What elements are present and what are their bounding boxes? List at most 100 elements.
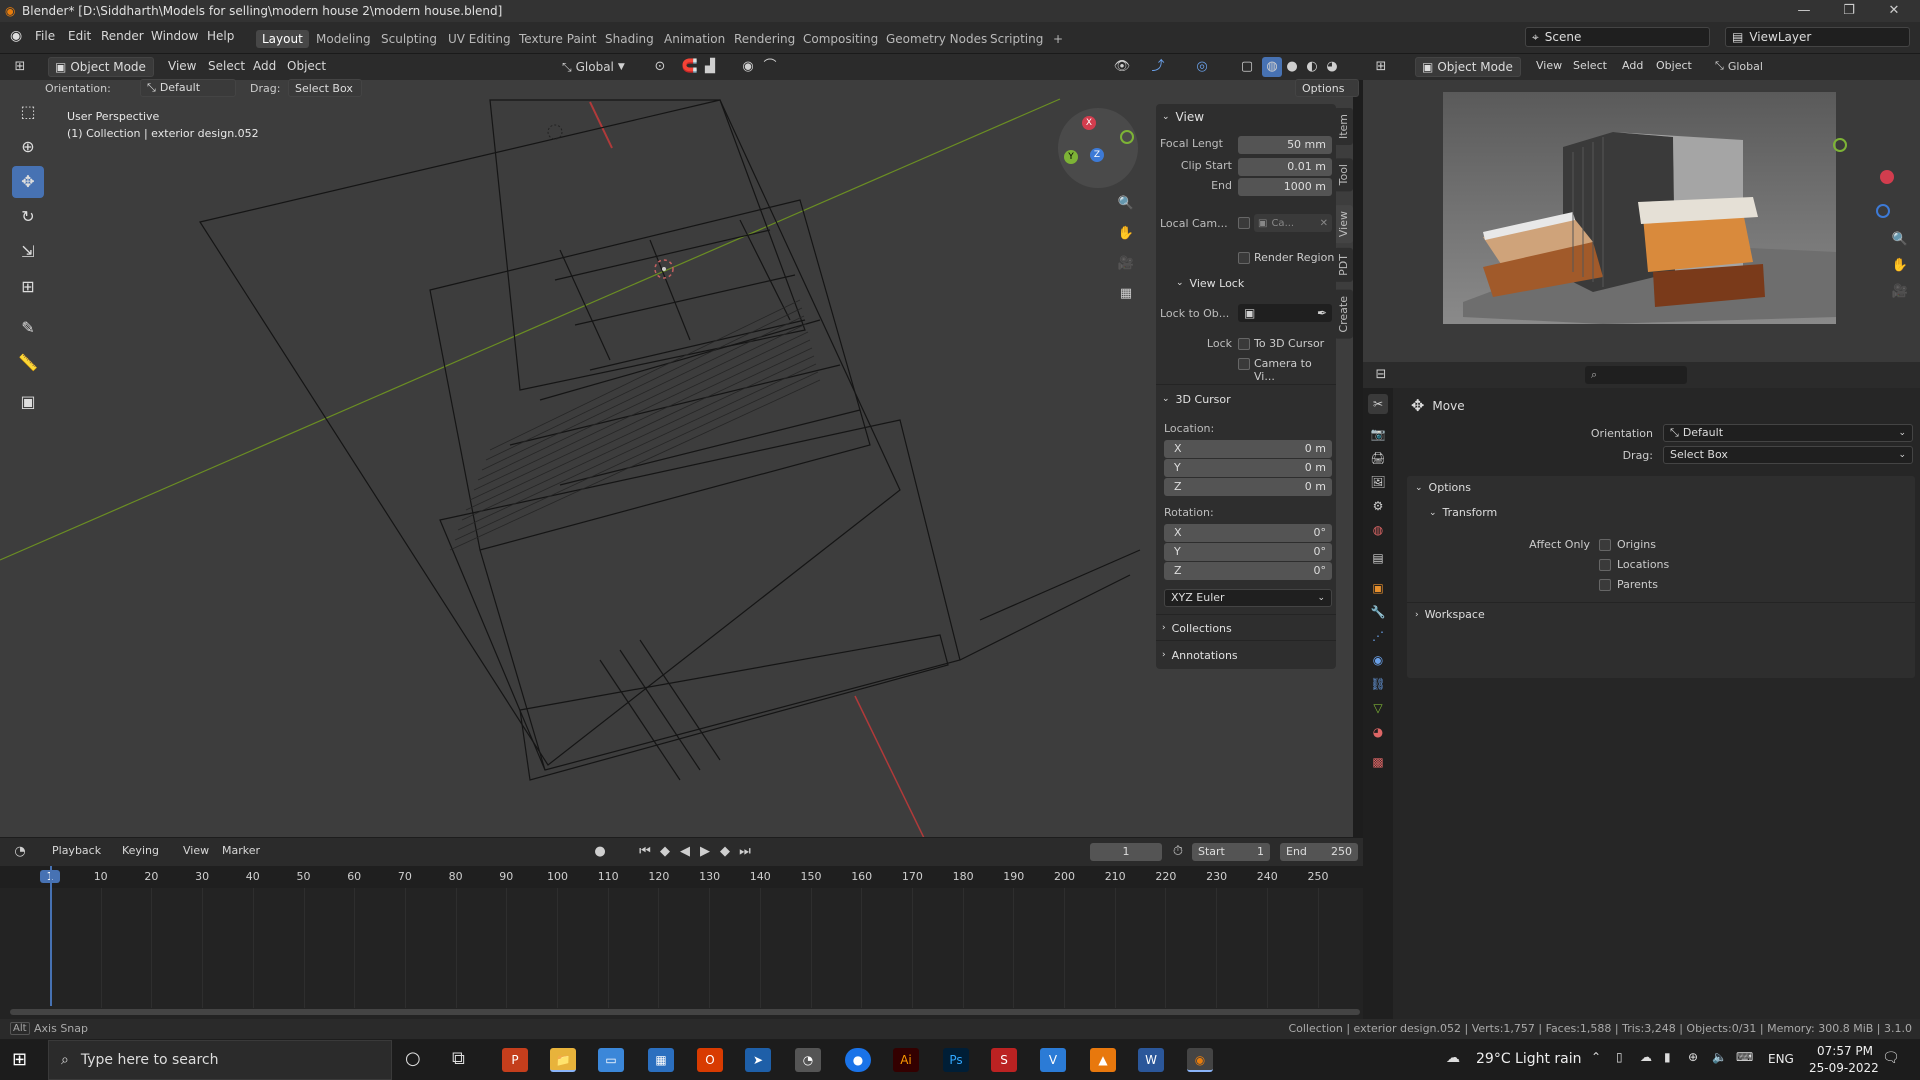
tab-texture-paint[interactable]: Texture Paint xyxy=(513,30,602,48)
locations-checkbox[interactable] xyxy=(1599,559,1611,571)
timeline-scrollbar[interactable] xyxy=(10,1009,1360,1015)
navigation-gizmo[interactable]: X Y Z xyxy=(1058,108,1138,188)
editor-type-icon[interactable]: ⊞ xyxy=(10,57,30,77)
material-properties-icon[interactable]: ◕ xyxy=(1368,722,1388,742)
battery-icon[interactable]: ▮ xyxy=(1664,1050,1671,1064)
scene-properties-icon[interactable]: ⚙ xyxy=(1368,496,1388,516)
tab-item[interactable]: Item xyxy=(1334,108,1353,146)
rotation-mode-dropdown[interactable]: XYZ Euler ⌄ xyxy=(1164,589,1332,607)
vlc-app-icon[interactable]: ▲ xyxy=(1090,1048,1116,1072)
data-properties-icon[interactable]: ▽ xyxy=(1368,698,1388,718)
preview-zoom-icon[interactable]: 🔍 xyxy=(1890,230,1910,250)
timeline-ruler[interactable]: 1102030405060708090100110120130140150160… xyxy=(0,866,1363,888)
particles-properties-icon[interactable]: ⋰ xyxy=(1368,626,1388,646)
menu-file[interactable]: File xyxy=(35,29,55,43)
vray-app-icon[interactable]: V xyxy=(1040,1048,1066,1072)
blender-menu-icon[interactable]: ◉ xyxy=(10,28,22,44)
3d-cursor-section-header[interactable]: ⌄ 3D Cursor xyxy=(1162,388,1231,410)
menu-window[interactable]: Window xyxy=(151,29,198,43)
tab-rendering[interactable]: Rendering xyxy=(728,30,801,48)
drag-property-dropdown[interactable]: Select Box ⌄ xyxy=(1663,446,1913,464)
powerpoint-app-icon[interactable]: P xyxy=(502,1048,528,1072)
cursor-tool-icon[interactable]: ⊕ xyxy=(12,131,44,163)
menu-render[interactable]: Render xyxy=(101,29,144,43)
location-x-field[interactable]: X 0 m xyxy=(1164,440,1332,458)
task-view-icon[interactable]: ⧉ xyxy=(452,1048,465,1069)
annotations-section-header[interactable]: › Annotations xyxy=(1162,644,1238,666)
tab-uv-editing[interactable]: UV Editing xyxy=(442,30,517,48)
annotate-tool-icon[interactable]: ✎ xyxy=(12,312,44,344)
physics-properties-icon[interactable]: ◉ xyxy=(1368,650,1388,670)
tab-shading[interactable]: Shading xyxy=(599,30,660,48)
lock-to-object-field[interactable]: ▣ ✒ xyxy=(1238,304,1332,322)
weather-text[interactable]: 29°C Light rain xyxy=(1476,1051,1582,1067)
tab-tool[interactable]: Tool xyxy=(1334,158,1353,192)
tab-layout[interactable]: Layout xyxy=(256,30,309,48)
gizmo-y-icon[interactable]: Y xyxy=(1064,150,1078,164)
local-camera-checkbox[interactable] xyxy=(1238,217,1250,229)
solid-shading-icon[interactable]: ● xyxy=(1282,57,1302,77)
view-lock-header[interactable]: ⌄ View Lock xyxy=(1176,272,1244,294)
close-icon[interactable]: ✕ xyxy=(1874,0,1914,22)
wireframe-shading-icon[interactable]: ◍ xyxy=(1262,57,1282,77)
snap-target-icon[interactable]: ▟ xyxy=(700,57,720,77)
viewport-menu-view[interactable]: View xyxy=(168,59,196,73)
prev-keyframe-icon[interactable]: ◆ xyxy=(655,842,675,862)
camera-to-view-checkbox[interactable] xyxy=(1238,358,1250,370)
clip-start-field[interactable]: 0.01 m xyxy=(1238,158,1332,176)
tool-properties-icon[interactable]: ✂ xyxy=(1368,394,1388,414)
jump-end-icon[interactable]: ⏭ xyxy=(735,842,755,862)
network-icon[interactable]: ⊕ xyxy=(1688,1050,1698,1064)
local-camera-field[interactable]: ▣ Ca... ✕ xyxy=(1254,214,1332,232)
chrome-app-icon[interactable]: ● xyxy=(845,1048,871,1072)
pivot-point-icon[interactable]: ⊙ xyxy=(650,57,670,77)
select-box-tool-icon[interactable]: ⬚ xyxy=(12,96,44,128)
rotation-y-field[interactable]: Y 0° xyxy=(1164,543,1332,561)
preview-gizmo-negz-icon[interactable] xyxy=(1876,204,1890,218)
location-y-field[interactable]: Y 0 m xyxy=(1164,459,1332,477)
mail-app-icon[interactable]: ▭ xyxy=(598,1048,624,1072)
gizmo-z-icon[interactable]: Z xyxy=(1090,148,1104,162)
measure-tool-icon[interactable]: 📏 xyxy=(12,347,44,379)
zoom-icon[interactable]: 🔍 xyxy=(1116,194,1136,214)
menu-edit[interactable]: Edit xyxy=(68,29,91,43)
ortho-grid-icon[interactable]: ▦ xyxy=(1116,284,1136,304)
eyedropper-icon[interactable]: ✒ xyxy=(1317,306,1327,320)
visibility-icon[interactable]: 👁 xyxy=(1112,57,1132,77)
marker-menu[interactable]: Marker xyxy=(222,844,260,857)
to-3d-cursor-checkbox[interactable] xyxy=(1238,338,1250,350)
focal-length-field[interactable]: 50 mm xyxy=(1238,136,1332,154)
move-tool-icon[interactable]: ✥ xyxy=(12,166,44,198)
options-dropdown[interactable]: Options xyxy=(1295,79,1359,97)
preview-editor-type-icon[interactable]: ⊞ xyxy=(1371,57,1391,77)
collection-properties-icon[interactable]: ▤ xyxy=(1368,548,1388,568)
object-properties-icon[interactable]: ▣ xyxy=(1368,578,1388,598)
material-shading-icon[interactable]: ◐ xyxy=(1302,57,1322,77)
preview-mode-dropdown[interactable]: ▣ Object Mode xyxy=(1415,57,1521,77)
transform-tool-icon[interactable]: ⊞ xyxy=(12,271,44,303)
world-properties-icon[interactable]: ◍ xyxy=(1368,520,1388,540)
tray-cloud-icon[interactable]: ☁ xyxy=(1640,1050,1652,1064)
object-mode-dropdown[interactable]: ▣ Object Mode xyxy=(48,57,154,77)
scene-selector[interactable]: ⌖ Scene xyxy=(1525,27,1710,47)
rotation-x-field[interactable]: X 0° xyxy=(1164,524,1332,542)
overlay-toggle-icon[interactable]: ◎ xyxy=(1192,57,1212,77)
record-icon[interactable]: ● xyxy=(590,842,610,862)
rotation-z-field[interactable]: Z 0° xyxy=(1164,562,1332,580)
tab-modeling[interactable]: Modeling xyxy=(310,30,377,48)
tab-sculpting[interactable]: Sculpting xyxy=(375,30,443,48)
tray-overflow-icon[interactable]: ⌃ xyxy=(1591,1050,1601,1064)
preview-gizmo-x-icon[interactable] xyxy=(1880,170,1894,184)
end-frame-field[interactable]: End 250 xyxy=(1280,843,1358,861)
snap-icon[interactable]: 🧲 xyxy=(680,57,700,77)
volume-icon[interactable]: 🔈 xyxy=(1712,1050,1727,1064)
cortana-icon[interactable]: ○ xyxy=(405,1048,421,1069)
preview-orientation-dropdown[interactable]: ⤡ Global xyxy=(1715,59,1763,73)
workspace-section-header[interactable]: › Workspace xyxy=(1415,608,1485,621)
clear-icon[interactable]: ✕ xyxy=(1320,218,1328,229)
paper-plane-app-icon[interactable]: ➤ xyxy=(745,1048,771,1072)
viewport-menu-object[interactable]: Object xyxy=(287,59,326,73)
preview-viewport[interactable]: 🔍 ✋ 🎥 xyxy=(1363,80,1920,362)
gizmo-neg-y-icon[interactable] xyxy=(1120,130,1134,144)
properties-search-input[interactable]: ⌕ xyxy=(1585,366,1687,384)
